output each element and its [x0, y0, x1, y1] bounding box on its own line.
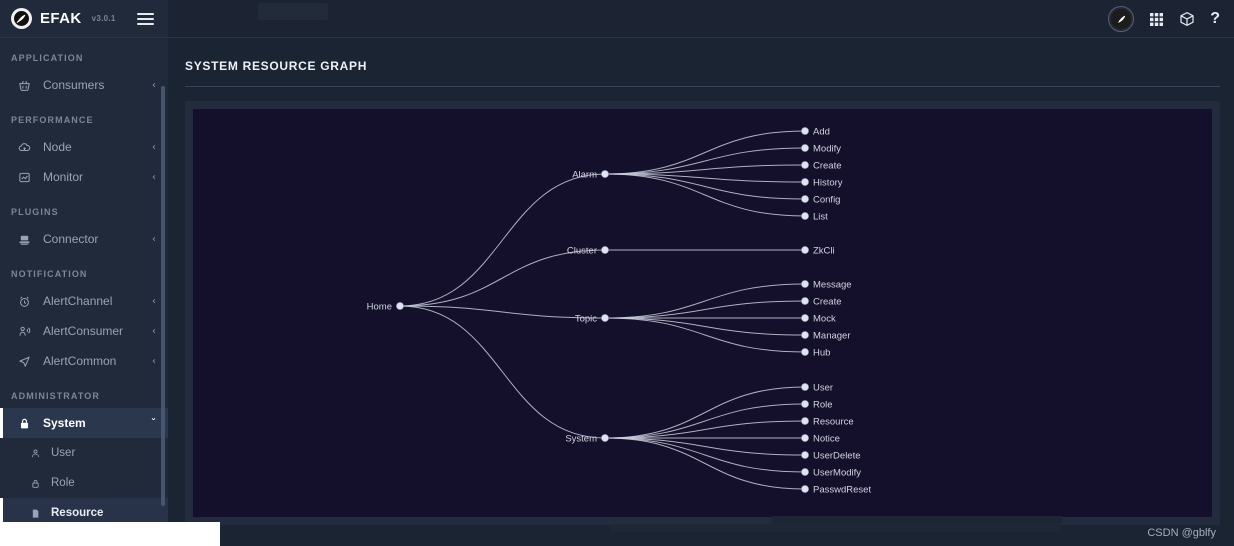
- sidebar-section-notification: NOTIFICATION: [11, 269, 88, 279]
- page-title: SYSTEM RESOURCE GRAPH: [185, 59, 368, 73]
- graph-node-label: Manager: [813, 330, 851, 341]
- bottom-white-strip: [0, 522, 220, 546]
- sidebar-item-label: Role: [51, 477, 75, 489]
- sidebar-item-label: User: [51, 447, 76, 459]
- sidebar-section-administrator: ADMINISTRATOR: [11, 391, 100, 401]
- brand-name: EFAK: [40, 10, 82, 27]
- sidebar-item-label: Connector: [43, 232, 99, 246]
- graph-node-label: UserDelete: [813, 450, 861, 461]
- cube-icon[interactable]: [1179, 11, 1195, 27]
- graph-card: Home Alarm Add Modify Create History Config Lis…: [185, 101, 1220, 525]
- graph-node-label: Add: [813, 126, 830, 137]
- graph-node-label: Resource: [813, 416, 854, 427]
- user-avatar-icon: [1111, 9, 1132, 29]
- decorative-shade: [772, 516, 1062, 524]
- chart-box-icon: [18, 171, 34, 184]
- system-resource-graph[interactable]: Home Alarm Add Modify Create History Config Lis…: [193, 109, 1212, 517]
- graph-node-label: System: [565, 433, 597, 444]
- brand-version: v3.0.1: [91, 14, 116, 23]
- chevron-left-icon: ‹: [152, 141, 156, 153]
- sidebar-section-performance: PERFORMANCE: [11, 115, 94, 125]
- chevron-down-icon: ˇ: [151, 417, 156, 429]
- main-content: SYSTEM RESOURCE GRAPH Home Alarm Add Modify…: [168, 38, 1234, 546]
- document-icon: [30, 508, 44, 519]
- sidebar-section-application: APPLICATION: [11, 53, 84, 63]
- sidebar-item-label: AlertChannel: [43, 294, 113, 308]
- redacted-region: [258, 3, 328, 20]
- basket-icon: [18, 79, 34, 92]
- sidebar-nav: APPLICATION Consumers ‹ PERFORMANCE Node…: [0, 38, 168, 546]
- sidebar-item-label: AlertConsumer: [43, 324, 124, 338]
- person-broadcast-icon: [18, 325, 34, 338]
- graph-node-label: Hub: [813, 347, 830, 358]
- graph-node-label: Config: [813, 194, 840, 205]
- graph-node-label: User: [813, 382, 833, 393]
- graph-node-label: Modify: [813, 143, 841, 154]
- cloud-icon: [18, 141, 34, 154]
- sidebar: EFAK v3.0.1 APPLICATION Consumers ‹ PERF…: [0, 0, 168, 546]
- grid-apps-icon[interactable]: [1149, 12, 1164, 27]
- chevron-left-icon: ‹: [152, 355, 156, 367]
- graph-node-label: Home: [367, 301, 392, 312]
- decorative-shade: [610, 524, 1060, 532]
- graph-node-label: Message: [813, 279, 852, 290]
- chevron-left-icon: ‹: [152, 295, 156, 307]
- sidebar-item-user[interactable]: User: [0, 438, 168, 468]
- sidebar-item-label: Node: [43, 140, 72, 154]
- sidebar-item-system[interactable]: System ˇ: [0, 408, 168, 438]
- sidebar-item-node[interactable]: Node ‹: [0, 132, 168, 162]
- sidebar-section-plugins: PLUGINS: [11, 207, 59, 217]
- sidebar-item-role[interactable]: Role: [0, 468, 168, 498]
- sidebar-item-label: Consumers: [43, 78, 105, 92]
- lock-icon: [18, 417, 34, 430]
- hamburger-menu-icon[interactable]: [137, 12, 154, 25]
- top-header: ?: [168, 0, 1234, 38]
- feather-circle-icon: [11, 8, 32, 29]
- sidebar-scrollbar[interactable]: [161, 86, 165, 506]
- sidebar-item-label: Monitor: [43, 170, 84, 184]
- graph-node-label: UserModify: [813, 467, 861, 478]
- server-icon: [18, 233, 34, 246]
- graph-node-label: Mock: [813, 313, 836, 324]
- graph-node-label: Cluster: [567, 245, 597, 256]
- graph-node-label: ZkCli: [813, 245, 835, 256]
- chevron-left-icon: ‹: [152, 233, 156, 245]
- app-root: EFAK v3.0.1 APPLICATION Consumers ‹ PERF…: [0, 0, 1234, 546]
- person-icon: [30, 448, 44, 459]
- graph-node-label: PasswdReset: [813, 484, 871, 495]
- sidebar-item-label: AlertCommon: [43, 354, 117, 368]
- header-actions: ?: [1108, 0, 1220, 38]
- tree-graph-svg: Home Alarm Add Modify Create History Config Lis…: [367, 126, 872, 495]
- sidebar-item-consumers[interactable]: Consumers ‹: [0, 70, 168, 100]
- graph-node-label: Create: [813, 160, 842, 171]
- help-icon[interactable]: ?: [1210, 10, 1220, 28]
- watermark: CSDN @gblfy: [1147, 527, 1216, 539]
- graph-node-label: Role: [813, 399, 833, 410]
- chevron-left-icon: ‹: [152, 79, 156, 91]
- graph-node-label: Create: [813, 296, 842, 307]
- sidebar-item-alertcommon[interactable]: AlertCommon ‹: [0, 346, 168, 376]
- avatar[interactable]: [1108, 6, 1135, 32]
- sidebar-item-connector[interactable]: Connector ‹: [0, 224, 168, 254]
- chevron-left-icon: ‹: [152, 171, 156, 183]
- title-divider: [185, 86, 1220, 87]
- sidebar-item-alertconsumer[interactable]: AlertConsumer ‹: [0, 316, 168, 346]
- alarm-clock-icon: [18, 295, 34, 308]
- send-paper-plane-icon: [18, 355, 34, 368]
- graph-node-label: History: [813, 177, 843, 188]
- chevron-left-icon: ‹: [152, 325, 156, 337]
- graph-node-label: Topic: [575, 313, 597, 324]
- sidebar-item-alertchannel[interactable]: AlertChannel ‹: [0, 286, 168, 316]
- padlock-small-icon: [30, 478, 44, 489]
- sidebar-item-monitor[interactable]: Monitor ‹: [0, 162, 168, 192]
- graph-node-label: Alarm: [572, 169, 597, 180]
- brand-header: EFAK v3.0.1: [0, 0, 168, 38]
- sidebar-item-label: System: [43, 416, 86, 430]
- graph-node-label: Notice: [813, 433, 840, 444]
- sidebar-item-label: Resource: [51, 507, 104, 519]
- graph-node-label: List: [813, 211, 828, 222]
